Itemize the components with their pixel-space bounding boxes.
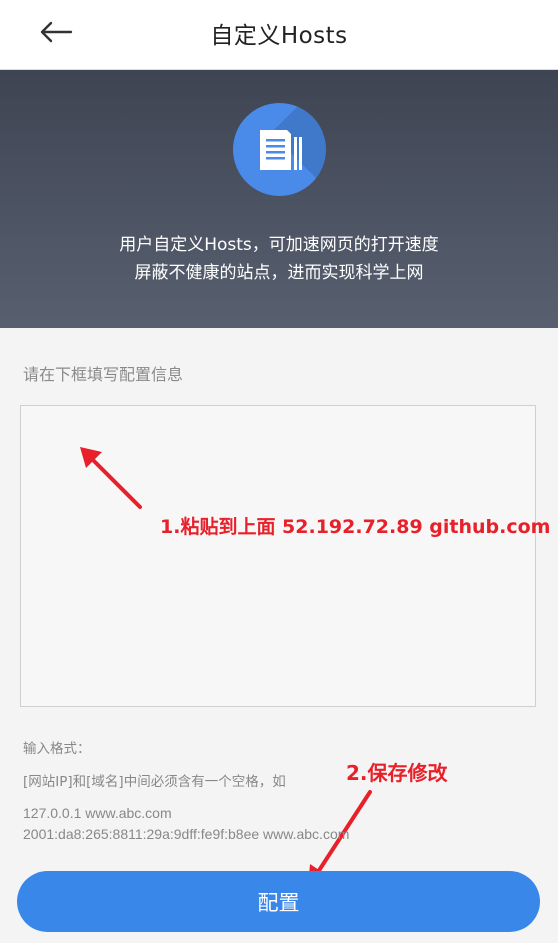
config-button[interactable]: 配置: [17, 871, 540, 932]
format-rule: [网站IP]和[域名]中间必须含有一个空格，如: [23, 774, 286, 790]
top-bar: 自定义Hosts: [0, 0, 558, 70]
annotation-step2: 2.保存修改: [346, 761, 448, 785]
hosts-config-textarea[interactable]: [20, 405, 536, 707]
annotation-step1: 1.粘贴到上面 52.192.72.89 github.com: [160, 516, 551, 538]
banner-description-line1: 用户自定义Hosts，可加速网页的打开速度: [119, 235, 439, 255]
banner-description-line2: 屏蔽不健康的站点，进而实现科学上网: [134, 263, 424, 283]
format-title: 输入格式：: [23, 741, 91, 757]
format-example-ipv4: 127.0.0.1 www.abc.com: [23, 805, 172, 821]
page-title: 自定义Hosts: [210, 23, 348, 49]
input-hint: 请在下框填写配置信息: [23, 365, 184, 384]
document-icon: [233, 103, 326, 196]
format-example-ipv6: 2001:da8:265:8811:29a:9dff:fe9f:b8ee www…: [23, 826, 350, 842]
